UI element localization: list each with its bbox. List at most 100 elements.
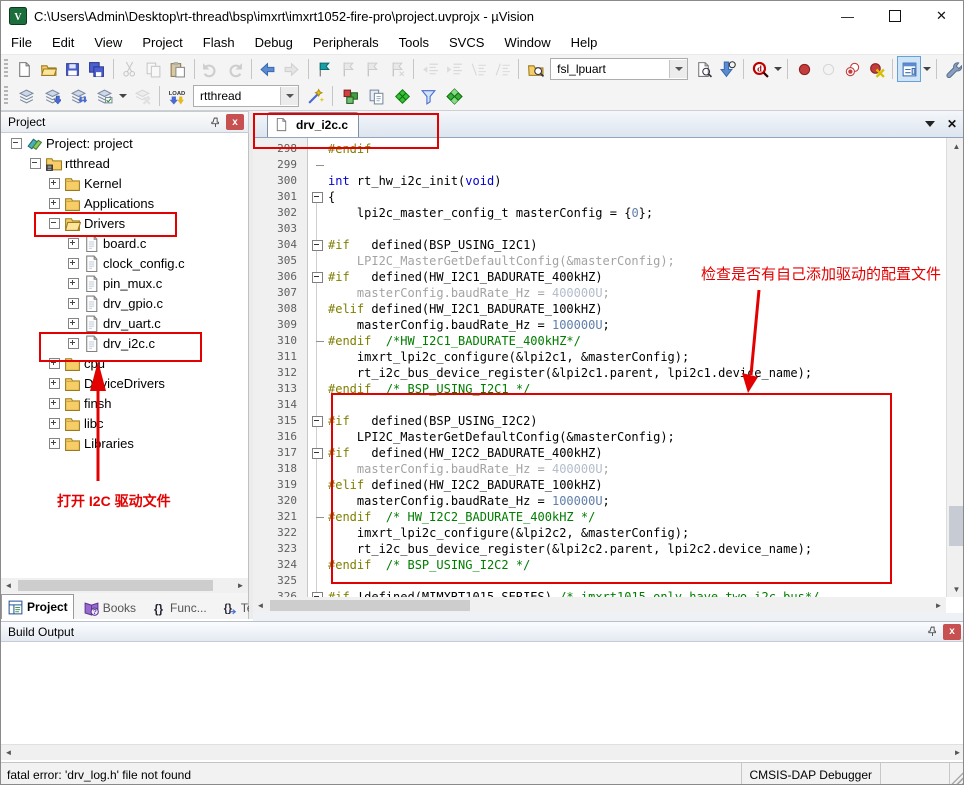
open-file-button[interactable] xyxy=(37,56,61,82)
editor-vscrollbar[interactable]: ▲ ▼ xyxy=(946,138,964,597)
fold-collapse-icon[interactable] xyxy=(312,448,323,459)
scroll-right-icon[interactable]: ► xyxy=(233,578,248,593)
new-file-button[interactable] xyxy=(13,56,37,82)
rebuild-button[interactable] xyxy=(65,83,91,109)
fold-collapse-icon[interactable] xyxy=(312,416,323,427)
kill-all-breakpoints-button[interactable] xyxy=(864,56,888,82)
find-in-files-button[interactable] xyxy=(523,56,547,82)
save-button[interactable] xyxy=(61,56,85,82)
quick-search-dropdown-icon[interactable] xyxy=(772,58,783,80)
batch-build-dropdown-icon[interactable] xyxy=(117,85,129,107)
expand-icon[interactable] xyxy=(49,418,60,429)
save-all-button[interactable] xyxy=(85,56,109,82)
outdent-button[interactable] xyxy=(418,56,442,82)
uncomment-selection-button[interactable] xyxy=(490,56,514,82)
scroll-left-icon[interactable]: ◄ xyxy=(253,598,268,613)
expand-icon[interactable] xyxy=(49,378,60,389)
collapse-icon[interactable] xyxy=(49,218,60,229)
tree-item-applications[interactable]: Applications xyxy=(1,193,248,213)
menu-help[interactable]: Help xyxy=(561,32,608,53)
expand-icon[interactable] xyxy=(49,198,60,209)
tree-item-project-project[interactable]: Project: project xyxy=(1,133,248,153)
tree-item-rtthread[interactable]: rtthread xyxy=(1,153,248,173)
clear-bookmarks-button[interactable] xyxy=(385,56,409,82)
build-output-hscrollbar[interactable]: ◄ ► xyxy=(1,744,964,760)
tree-item-kernel[interactable]: Kernel xyxy=(1,173,248,193)
manage-rte-button[interactable] xyxy=(389,83,415,109)
tab-drv-i2c[interactable]: drv_i2c.c xyxy=(267,112,359,137)
chevron-down-icon[interactable] xyxy=(669,60,687,78)
tree-item-board-c[interactable]: board.c xyxy=(1,233,248,253)
expand-icon[interactable] xyxy=(49,438,60,449)
quick-search-button[interactable]: d xyxy=(748,56,772,82)
navigate-forward-button[interactable] xyxy=(280,56,304,82)
menu-file[interactable]: File xyxy=(1,32,42,53)
resize-grip[interactable] xyxy=(950,763,964,785)
build-output-close-button[interactable]: x xyxy=(943,624,961,640)
menu-debug[interactable]: Debug xyxy=(245,32,303,53)
tree-item-drv-gpio-c[interactable]: drv_gpio.c xyxy=(1,293,248,313)
sidebar-tab-books[interactable]: ?Books xyxy=(78,597,141,619)
fold-collapse-icon[interactable] xyxy=(312,240,323,251)
menu-project[interactable]: Project xyxy=(132,32,192,53)
select-software-packs-button[interactable] xyxy=(415,83,441,109)
menu-tools[interactable]: Tools xyxy=(389,32,439,53)
code-editor[interactable]: 298#endif299300int rt_hw_i2c_init(void)3… xyxy=(253,138,946,597)
tree-item-libraries[interactable]: Libraries xyxy=(1,433,248,453)
menu-window[interactable]: Window xyxy=(494,32,560,53)
collapse-icon[interactable] xyxy=(11,138,22,149)
expand-icon[interactable] xyxy=(68,298,79,309)
disable-breakpoint-button[interactable] xyxy=(816,56,840,82)
tree-item-cpu[interactable]: cpu xyxy=(1,353,248,373)
scroll-down-icon[interactable]: ▼ xyxy=(947,581,964,597)
close-button[interactable]: ✕ xyxy=(918,1,964,31)
expand-icon[interactable] xyxy=(68,258,79,269)
tree-item-drivers[interactable]: Drivers xyxy=(1,213,248,233)
cut-button[interactable] xyxy=(118,56,142,82)
tree-item-libc[interactable]: libc xyxy=(1,413,248,433)
translate-file-button[interactable] xyxy=(13,83,39,109)
scroll-right-icon[interactable]: ► xyxy=(950,745,964,760)
comment-selection-button[interactable] xyxy=(466,56,490,82)
scrollbar-thumb[interactable] xyxy=(18,580,213,591)
insert-bookmark-button[interactable] xyxy=(313,56,337,82)
configure-tools-button[interactable] xyxy=(941,56,964,82)
fold-collapse-icon[interactable] xyxy=(312,272,323,283)
expand-icon[interactable] xyxy=(68,278,79,289)
search-text-combobox[interactable]: fsl_lpuart xyxy=(550,58,688,80)
scroll-left-icon[interactable]: ◄ xyxy=(1,745,16,760)
editor-hscrollbar[interactable]: ◄ ► xyxy=(253,597,946,613)
toolbar-grip[interactable] xyxy=(4,59,8,79)
expand-icon[interactable] xyxy=(68,338,79,349)
build-output-content[interactable] xyxy=(1,642,964,744)
project-tree-hscrollbar[interactable]: ◄ ► xyxy=(1,578,249,593)
file-extensions-button[interactable] xyxy=(363,83,389,109)
scrollbar-thumb[interactable] xyxy=(270,600,470,611)
tree-item-devicedrivers[interactable]: DeviceDrivers xyxy=(1,373,248,393)
chevron-down-icon[interactable] xyxy=(280,87,298,105)
menu-peripherals[interactable]: Peripherals xyxy=(303,32,389,53)
debug-windows-dropdown-icon[interactable] xyxy=(921,58,932,80)
select-target-combobox[interactable]: rtthread xyxy=(193,85,299,107)
previous-bookmark-button[interactable] xyxy=(337,56,361,82)
expand-icon[interactable] xyxy=(68,238,79,249)
batch-build-button[interactable] xyxy=(91,83,117,109)
tree-item-clock-config-c[interactable]: clock_config.c xyxy=(1,253,248,273)
debug-windows-button[interactable] xyxy=(897,56,921,82)
menu-flash[interactable]: Flash xyxy=(193,32,245,53)
download-flash-button[interactable]: LOAD xyxy=(164,83,190,109)
project-panel-close-button[interactable]: x xyxy=(226,114,244,130)
pack-installer-button[interactable] xyxy=(441,83,467,109)
insert-breakpoint-button[interactable] xyxy=(792,56,816,82)
minimize-button[interactable]: — xyxy=(824,1,871,31)
menu-edit[interactable]: Edit xyxy=(42,32,84,53)
scrollbar-thumb[interactable] xyxy=(949,506,964,546)
collapse-icon[interactable] xyxy=(30,158,41,169)
paste-button[interactable] xyxy=(166,56,190,82)
pin-icon[interactable] xyxy=(923,624,941,640)
expand-icon[interactable] xyxy=(49,398,60,409)
tab-list-icon[interactable] xyxy=(925,121,935,127)
scroll-up-icon[interactable]: ▲ xyxy=(947,138,964,154)
undo-button[interactable] xyxy=(199,56,223,82)
close-file-icon[interactable]: ✕ xyxy=(947,117,957,131)
